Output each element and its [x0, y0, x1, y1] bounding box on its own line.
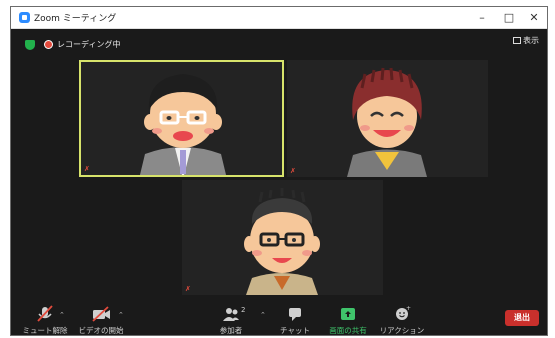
participants-button[interactable]: 参加者	[201, 305, 261, 335]
meeting-area: レコーディング中 表示 ✗ ✗ ✗ ミュート解除 ⌃ ビデオの開始 ⌃ 参加者 …	[11, 29, 547, 335]
participant-avatar	[347, 67, 427, 177]
chat-icon	[289, 308, 301, 321]
maximize-icon[interactable]: □	[500, 9, 518, 27]
start-video-button[interactable]: ビデオの開始	[71, 305, 131, 335]
zoom-app-icon	[19, 12, 30, 23]
video-tile-participant-2[interactable]: ✗	[287, 60, 488, 177]
recording-icon	[44, 40, 53, 49]
muted-icon: ✗	[185, 285, 191, 293]
muted-icon: ✗	[84, 165, 90, 173]
share-screen-icon	[341, 308, 355, 320]
minimize-icon[interactable]: –	[473, 9, 491, 27]
reactions-label: リアクション	[379, 326, 425, 335]
zoom-window: Zoom ミーティング – □ ✕ レコーディング中 表示 ✗ ✗ ✗ ミュート…	[10, 6, 548, 336]
participants-icon	[223, 308, 239, 321]
view-label: 表示	[523, 36, 539, 45]
camera-off-icon	[92, 306, 110, 322]
title-bar: Zoom ミーティング – □ ✕	[11, 7, 547, 29]
muted-icon: ✗	[290, 167, 296, 175]
video-tile-speaker[interactable]: ✗	[79, 60, 284, 177]
unmute-button[interactable]: ミュート解除	[15, 305, 75, 335]
participant-avatar	[244, 188, 320, 295]
microphone-muted-icon	[37, 305, 53, 322]
window-title: Zoom ミーティング	[34, 14, 117, 24]
leave-button[interactable]: 退出	[505, 310, 539, 326]
participants-label: 参加者	[219, 326, 243, 335]
reactions-icon: +	[396, 305, 411, 320]
close-icon[interactable]: ✕	[525, 9, 543, 27]
recording-status: レコーディング中	[57, 40, 121, 49]
share-screen-button[interactable]: 画面の共有	[318, 305, 378, 335]
svg-text:+: +	[406, 305, 411, 312]
share-screen-label: 画面の共有	[329, 326, 367, 335]
shield-icon[interactable]	[25, 40, 35, 50]
video-tile-participant-3[interactable]: ✗	[182, 180, 383, 295]
meeting-toolbar: ミュート解除 ⌃ ビデオの開始 ⌃ 参加者 2 ⌃ チャット 画面の共有 + リ…	[11, 303, 547, 335]
chat-label: チャット	[280, 326, 310, 335]
view-button[interactable]: 表示	[513, 35, 539, 46]
unmute-label: ミュート解除	[22, 326, 68, 335]
video-options-caret-icon[interactable]: ⌃	[118, 311, 124, 319]
audio-options-caret-icon[interactable]: ⌃	[59, 311, 65, 319]
view-grid-icon	[513, 37, 521, 44]
participants-count: 2	[241, 306, 246, 314]
chat-button[interactable]: チャット	[265, 305, 325, 335]
reactions-button[interactable]: + リアクション	[372, 305, 432, 335]
participant-avatar	[139, 74, 227, 175]
start-video-label: ビデオの開始	[78, 326, 124, 335]
